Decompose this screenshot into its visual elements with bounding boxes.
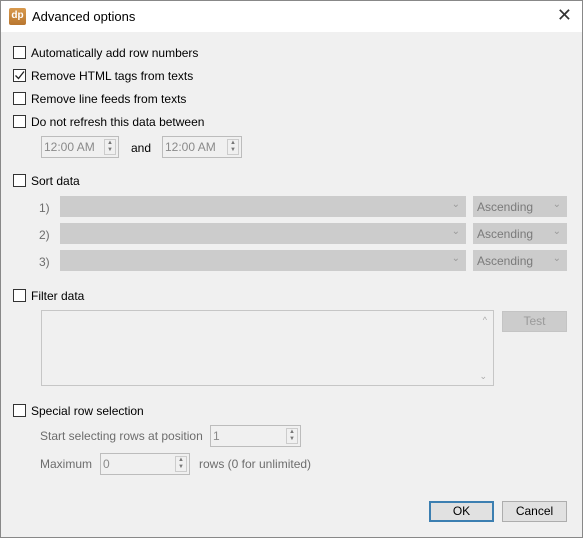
- sort-field-1[interactable]: ⌄: [60, 196, 466, 217]
- cancel-button[interactable]: Cancel: [502, 501, 567, 522]
- sort-order-value: Ascending: [477, 227, 534, 241]
- remove-html-checkbox[interactable]: [13, 69, 26, 82]
- filter-data-checkbox[interactable]: [13, 289, 26, 302]
- sort-order-3[interactable]: Ascending ⌄: [473, 250, 567, 271]
- sort-data-checkbox[interactable]: [13, 174, 26, 187]
- no-refresh-label[interactable]: Do not refresh this data between: [31, 115, 204, 129]
- chevron-down-icon: ⌄: [552, 226, 561, 237]
- sort-order-1[interactable]: Ascending ⌄: [473, 196, 567, 217]
- ok-button[interactable]: OK: [429, 501, 494, 522]
- filter-textarea[interactable]: ^ ⌄: [41, 310, 494, 386]
- spinner-arrows-icon[interactable]: ▲ ▼: [175, 456, 187, 472]
- title-bar: dp Advanced options ✕: [1, 1, 582, 32]
- spinner-arrows-icon[interactable]: ▲ ▼: [227, 139, 239, 155]
- maximum-input[interactable]: 0 ▲ ▼: [100, 453, 190, 475]
- start-position-value: 1: [213, 429, 220, 443]
- chevron-down-icon: ⌄: [552, 253, 561, 264]
- chevron-down-icon: ⌄: [451, 253, 460, 264]
- special-row-selection-label[interactable]: Special row selection: [31, 404, 144, 418]
- refresh-to-value: 12:00 AM: [165, 140, 216, 154]
- chevron-down-icon: ⌄: [451, 199, 460, 210]
- app-logo: dp: [9, 8, 26, 25]
- refresh-from-value: 12:00 AM: [44, 140, 95, 154]
- spinner-arrows-icon[interactable]: ▲ ▼: [104, 139, 116, 155]
- sort-order-2[interactable]: Ascending ⌄: [473, 223, 567, 244]
- spinner-arrows-icon[interactable]: ▲ ▼: [286, 428, 298, 444]
- maximum-value: 0: [103, 457, 110, 471]
- remove-html-label[interactable]: Remove HTML tags from texts: [31, 69, 193, 83]
- filter-data-label[interactable]: Filter data: [31, 289, 84, 303]
- scroll-down-icon[interactable]: ⌄: [479, 371, 487, 382]
- no-refresh-checkbox[interactable]: [13, 115, 26, 128]
- checkmark-icon: [15, 71, 25, 80]
- sort-index-3: 3): [39, 255, 50, 269]
- special-row-selection-checkbox[interactable]: [13, 404, 26, 417]
- refresh-from-time[interactable]: 12:00 AM ▲ ▼: [41, 136, 119, 158]
- add-row-numbers-checkbox[interactable]: [13, 46, 26, 59]
- sort-order-value: Ascending: [477, 200, 534, 214]
- dialog-title: Advanced options: [32, 9, 136, 24]
- remove-line-feeds-label[interactable]: Remove line feeds from texts: [31, 92, 186, 106]
- scroll-up-icon[interactable]: ^: [483, 315, 487, 325]
- sort-index-2: 2): [39, 228, 50, 242]
- sort-field-3[interactable]: ⌄: [60, 250, 466, 271]
- chevron-down-icon: ⌄: [552, 199, 561, 210]
- rows-hint: rows (0 for unlimited): [199, 457, 312, 471]
- maximum-label: Maximum: [40, 457, 93, 471]
- start-position-label: Start selecting rows at position: [40, 429, 203, 443]
- add-row-numbers-label[interactable]: Automatically add row numbers: [31, 46, 198, 60]
- remove-line-feeds-checkbox[interactable]: [13, 92, 26, 105]
- start-position-input[interactable]: 1 ▲ ▼: [210, 425, 301, 447]
- sort-field-2[interactable]: ⌄: [60, 223, 466, 244]
- and-label: and: [131, 141, 152, 155]
- sort-index-1: 1): [39, 201, 50, 215]
- close-icon[interactable]: ✕: [557, 5, 572, 26]
- sort-data-label[interactable]: Sort data: [31, 174, 80, 188]
- chevron-down-icon: ⌄: [451, 226, 460, 237]
- sort-order-value: Ascending: [477, 254, 534, 268]
- advanced-options-dialog: dp Advanced options ✕ Automatically add …: [0, 0, 583, 538]
- test-button[interactable]: Test: [502, 311, 567, 332]
- refresh-to-time[interactable]: 12:00 AM ▲ ▼: [162, 136, 242, 158]
